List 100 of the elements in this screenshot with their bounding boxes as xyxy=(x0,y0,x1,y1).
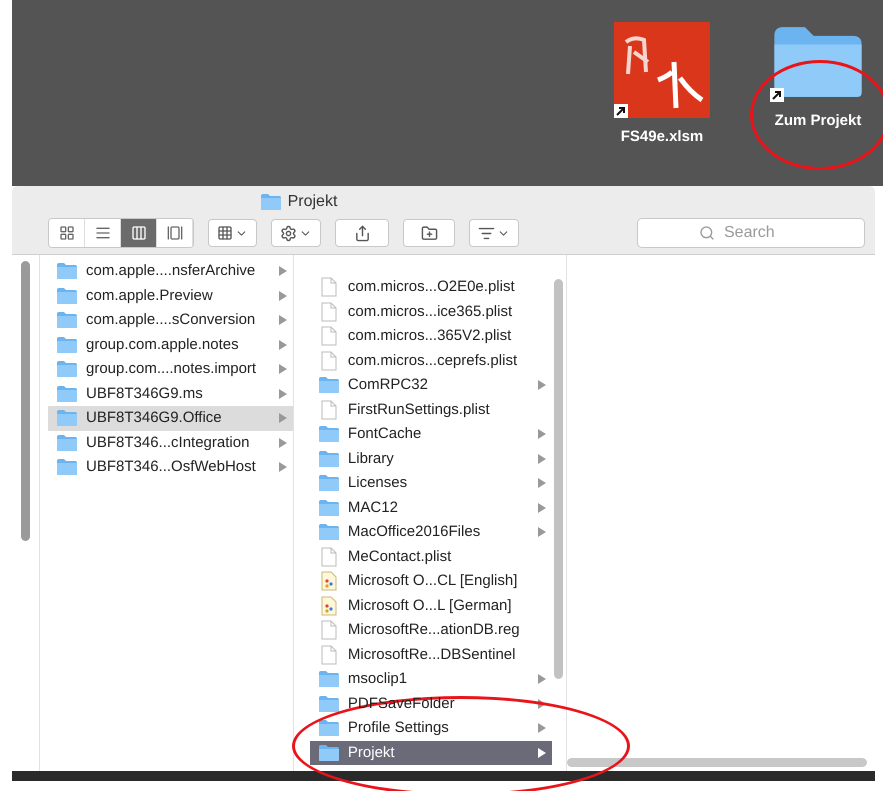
disclosure-arrow-icon xyxy=(538,748,546,758)
gallery-view-icon xyxy=(166,225,182,241)
disclosure-arrow-icon xyxy=(538,454,546,464)
file-name: com.micros...ceprefs.plist xyxy=(348,350,518,370)
share-button[interactable] xyxy=(335,219,389,247)
file-thumbnail-icon[interactable] xyxy=(614,22,710,118)
file-row[interactable]: com.apple....sConversion xyxy=(48,308,293,332)
file-name: Projekt xyxy=(348,742,396,762)
file-row[interactable]: Library xyxy=(310,446,552,471)
file-icon xyxy=(320,546,337,567)
sort-button[interactable] xyxy=(469,219,519,247)
file-row[interactable]: Microsoft O...CL [English] xyxy=(310,569,552,594)
file-name: UBF8T346G9.ms xyxy=(86,384,204,404)
file-row[interactable]: Microsoft O...L [German] xyxy=(310,594,552,618)
file-row[interactable]: Projekt xyxy=(310,740,552,765)
file-name: Profile Settings xyxy=(348,718,450,738)
icons-view-icon xyxy=(58,225,74,241)
file-name: com.micros...O2E0e.plist xyxy=(348,277,516,297)
file-name: Library xyxy=(348,448,395,468)
search-field[interactable]: Search xyxy=(637,218,865,248)
file-name: com.apple....nsferArchive xyxy=(86,261,256,281)
file-name: UBF8T346G9.Office xyxy=(86,408,223,428)
disclosure-arrow-icon xyxy=(278,290,287,301)
action-button[interactable] xyxy=(271,219,321,247)
file-row[interactable]: ComRPC32 xyxy=(310,373,552,398)
folder-icon xyxy=(56,434,78,452)
disclosure-arrow-icon xyxy=(538,478,546,488)
file-row[interactable]: com.micros...ceprefs.plist xyxy=(310,348,552,373)
file-row[interactable]: com.apple.Preview xyxy=(48,284,293,308)
file-row[interactable]: Licenses xyxy=(310,471,552,496)
folder-icon xyxy=(318,744,340,762)
file-row[interactable]: com.micros...ice365.plist xyxy=(310,300,552,324)
folder-icon xyxy=(56,409,78,428)
disclosure-arrow-icon xyxy=(538,723,546,734)
scrollbar-thumb[interactable] xyxy=(21,261,30,541)
folder-icon xyxy=(318,719,340,738)
file-row[interactable]: MacOffice2016Files xyxy=(310,520,552,544)
file-name: FirstRunSettings.plist xyxy=(348,400,491,420)
disclosure-arrow-icon xyxy=(278,413,287,424)
folder-icon xyxy=(56,311,78,330)
folder-icon xyxy=(318,670,340,688)
arrange-button[interactable] xyxy=(208,219,257,247)
view-mode-button[interactable] xyxy=(49,219,85,247)
file-row[interactable]: Profile Settings xyxy=(310,716,552,740)
file-row[interactable]: UBF8T346G9.Office xyxy=(48,406,293,430)
desktop-icon-label: Zum Projekt xyxy=(774,111,862,131)
disclosure-arrow-icon xyxy=(278,340,287,350)
file-row[interactable]: group.com....notes.import xyxy=(48,357,293,382)
folder-icon xyxy=(56,336,78,354)
file-row[interactable]: UBF8T346...OsfWebHost xyxy=(48,455,293,480)
file-row[interactable]: group.com.apple.notes xyxy=(48,332,293,357)
file-icon xyxy=(320,644,337,665)
file-name: MacOffice2016Files xyxy=(348,522,482,542)
file-row[interactable]: MicrosoftRe...ationDB.reg xyxy=(310,618,552,642)
grid-icon xyxy=(217,225,233,241)
disclosure-arrow-icon xyxy=(278,315,287,326)
file-row[interactable]: com.micros...365V2.plist xyxy=(310,324,552,348)
file-row[interactable]: msoclip1 xyxy=(310,667,552,692)
file-name: com.micros...365V2.plist xyxy=(348,326,512,346)
file-name: group.com.apple.notes xyxy=(86,334,240,354)
file-name: MeContact.plist xyxy=(348,546,452,566)
disclosure-arrow-icon xyxy=(538,527,546,538)
file-name: MAC12 xyxy=(348,498,399,518)
folder-icon xyxy=(318,523,340,542)
disclosure-arrow-icon xyxy=(278,388,287,399)
file-icon xyxy=(320,277,337,298)
new-folder-button[interactable] xyxy=(403,219,455,247)
disclosure-arrow-icon xyxy=(278,438,287,448)
disclosure-arrow-icon xyxy=(278,462,287,472)
file-icon xyxy=(320,326,337,346)
file-row[interactable]: UBF8T346...cIntegration xyxy=(48,430,293,455)
file-name: com.micros...ice365.plist xyxy=(348,302,514,322)
file-row[interactable]: MeContact.plist xyxy=(310,544,552,569)
disclosure-arrow-icon xyxy=(538,380,546,390)
scrollbar-thumb[interactable] xyxy=(554,279,564,679)
file-row[interactable]: MicrosoftRe...DBSentinel xyxy=(310,642,552,667)
disclosure-arrow-icon xyxy=(278,364,287,374)
view-mode-button[interactable] xyxy=(121,219,157,247)
file-row[interactable]: FontCache xyxy=(310,422,552,446)
file-icon xyxy=(320,400,337,420)
scrollbar-thumb[interactable] xyxy=(566,758,867,767)
columns-view-icon xyxy=(130,225,146,241)
folder-icon xyxy=(318,376,340,394)
desktop-icon-label: FS49e.xlsm xyxy=(620,127,704,147)
file-name: FontCache xyxy=(348,424,422,444)
file-row[interactable]: com.apple....nsferArchive xyxy=(48,259,293,284)
file-icon xyxy=(320,302,337,322)
file-name: UBF8T346...cIntegration xyxy=(86,432,250,452)
file-icon xyxy=(320,350,337,371)
folder-icon xyxy=(318,474,340,492)
folder-icon xyxy=(56,458,78,476)
document-icon xyxy=(320,571,337,592)
folder-icon xyxy=(56,360,78,378)
file-row[interactable]: MAC12 xyxy=(310,496,552,520)
folder-icon xyxy=(318,425,340,444)
file-name: com.apple....sConversion xyxy=(86,310,256,330)
file-row[interactable]: FirstRunSettings.plist xyxy=(310,398,552,422)
file-row[interactable]: com.micros...O2E0e.plist xyxy=(310,275,552,300)
folder-plus-icon xyxy=(420,224,438,242)
file-row[interactable]: UBF8T346G9.ms xyxy=(48,382,293,406)
